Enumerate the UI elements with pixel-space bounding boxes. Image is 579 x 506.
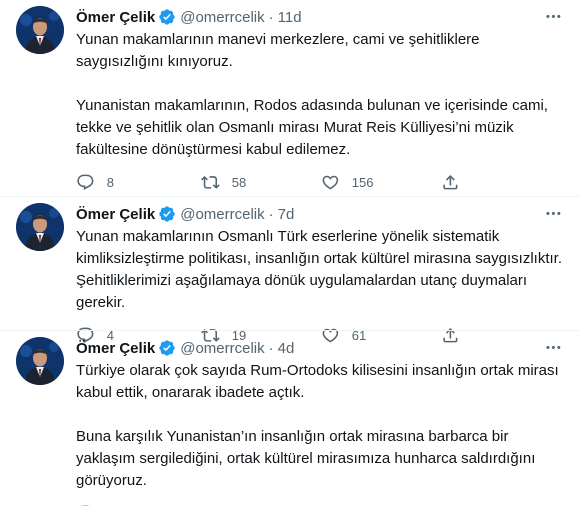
author-name[interactable]: Ömer Çelik <box>76 9 155 26</box>
avatar[interactable] <box>16 337 64 385</box>
tweet-paragraph: Yunan makamlarının Osmanlı Türk eserleri… <box>76 228 562 311</box>
author-name[interactable]: Ömer Çelik <box>76 340 155 357</box>
tweet[interactable]: Ömer Çelik @omerrcelik · 7d Yunan makaml… <box>0 197 579 343</box>
avatar[interactable] <box>16 6 64 54</box>
retweet-button[interactable]: 58 <box>201 173 321 192</box>
more-options-button[interactable] <box>543 337 563 357</box>
reply-count: 8 <box>106 174 114 190</box>
tweet-paragraph: Yunanistan makamlarının, Rodos adasında … <box>76 97 548 158</box>
like-count: 156 <box>351 174 374 190</box>
verified-badge-icon <box>159 9 175 25</box>
reply-icon <box>77 174 94 190</box>
tweet-header: Ömer Çelik @omerrcelik · 7d <box>76 203 563 225</box>
retweet-icon <box>201 175 220 189</box>
more-dots-icon <box>545 14 561 18</box>
verified-badge-icon <box>159 206 175 222</box>
tweet-text: Yunan makamlarının Osmanlı Türk eserleri… <box>76 226 563 314</box>
tweet-text: Yunan makamlarının manevi merkezlere, ca… <box>76 29 563 161</box>
like-button[interactable]: 156 <box>321 173 441 192</box>
more-options-button[interactable] <box>543 6 563 26</box>
more-options-button[interactable] <box>543 203 563 223</box>
tweet[interactable]: Ömer Çelik @omerrcelik · 11d Yunan makam… <box>0 0 579 197</box>
tweet-time[interactable]: 11d <box>278 9 302 26</box>
tweet-text: Türkiye olarak çok sayıda Rum-Ortodoks k… <box>76 360 563 492</box>
tweet-actions: 8 58 156 <box>76 172 506 192</box>
author-handle[interactable]: @omerrcelik <box>180 206 264 223</box>
tweet-feed: Ömer Çelik @omerrcelik · 11d Yunan makam… <box>0 0 579 506</box>
tweet-paragraph: Yunan makamlarının manevi merkezlere, ca… <box>76 31 480 70</box>
tweet-paragraph: Buna karşılık Yunanistan’ın insanlığın o… <box>76 428 536 489</box>
verified-badge-icon <box>159 340 175 356</box>
author-name[interactable]: Ömer Çelik <box>76 206 155 223</box>
tweet[interactable]: Ömer Çelik @omerrcelik · 4d Türkiye olar… <box>0 331 579 506</box>
share-button[interactable] <box>441 173 481 192</box>
separator-dot: · <box>268 205 274 223</box>
retweet-count: 58 <box>231 174 247 190</box>
author-handle[interactable]: @omerrcelik <box>180 340 264 357</box>
tweet-header: Ömer Çelik @omerrcelik · 4d <box>76 337 563 359</box>
tweet-time[interactable]: 4d <box>278 340 295 357</box>
reply-button[interactable]: 8 <box>76 173 201 192</box>
avatar[interactable] <box>16 203 64 251</box>
separator-dot: · <box>268 339 274 357</box>
more-dots-icon <box>545 211 561 215</box>
tweet-time[interactable]: 7d <box>278 206 295 223</box>
tweet-paragraph: Türkiye olarak çok sayıda Rum-Ortodoks k… <box>76 362 559 401</box>
heart-icon <box>322 175 339 190</box>
separator-dot: · <box>268 8 274 26</box>
share-icon <box>443 174 458 190</box>
tweet-header: Ömer Çelik @omerrcelik · 11d <box>76 6 563 28</box>
more-dots-icon <box>545 345 561 349</box>
author-handle[interactable]: @omerrcelik <box>180 9 264 26</box>
